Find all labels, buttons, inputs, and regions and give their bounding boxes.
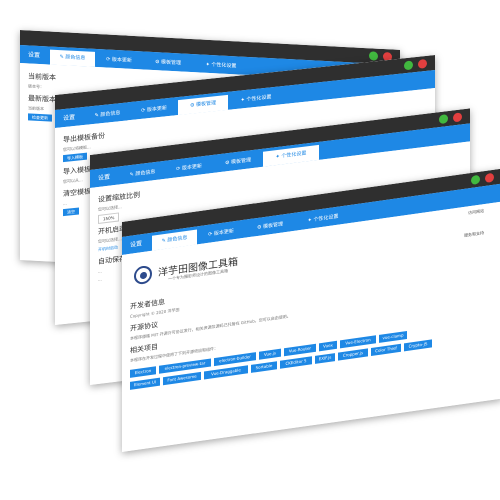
section-clear-template: 清空模板	[63, 187, 91, 199]
clear-button[interactable]: 清空	[63, 207, 79, 217]
tab-label: 模板管理	[263, 221, 284, 231]
clear-label: ...	[63, 200, 67, 207]
section-zoom-ratio: 设置缩放比例	[98, 190, 140, 205]
project-tag[interactable]: Electron	[130, 366, 156, 378]
project-tag[interactable]: Cropper.js	[338, 348, 368, 361]
tab-label: 模板管理	[231, 157, 252, 166]
minimize-button[interactable]	[471, 174, 480, 185]
project-tag[interactable]: Element UI	[130, 377, 160, 390]
zoom-value[interactable]: 150%	[98, 212, 120, 225]
project-tag[interactable]: Crypto-JS	[404, 339, 432, 352]
close-button[interactable]	[485, 172, 494, 183]
project-tag[interactable]: Vue-Electron	[340, 335, 376, 349]
minimize-button[interactable]	[369, 51, 378, 61]
auto-start-label: 您可以选择...	[98, 236, 122, 245]
close-button[interactable]	[418, 58, 427, 69]
minimize-button[interactable]	[404, 60, 413, 71]
window-title: 设置	[130, 240, 143, 249]
auto-save-sublabel: ...	[98, 276, 102, 283]
tab-label: 模板管理	[196, 100, 217, 109]
window-title: 设置	[98, 173, 111, 183]
section-import-template: 导入模板	[63, 165, 91, 177]
tab-label: 个性化设置	[246, 94, 272, 103]
check-update-button[interactable]: 检查更新	[28, 113, 52, 122]
visit-website-link[interactable]: 访问网站	[468, 208, 484, 216]
stage: 设置 ✎ 颜色信息 ⟳ 版本更新 ⚙ 模板管理 ✦ 个性化设置 当前版本 版本号…	[0, 0, 500, 500]
tab-label: 版本更新	[213, 228, 234, 238]
auto-save-label: ...	[98, 268, 102, 275]
version-label: 版本号：	[28, 83, 44, 90]
tab-label: 版本更新	[111, 56, 132, 64]
tab-label: 模板管理	[161, 59, 182, 67]
project-tag[interactable]: electron-builder	[214, 352, 256, 367]
minimize-button[interactable]	[439, 114, 448, 125]
close-button[interactable]	[453, 112, 462, 123]
project-tag[interactable]: Vue-Draggable	[204, 365, 248, 380]
auto-start-checkbox[interactable]: 开机时启动	[98, 245, 118, 253]
tab-label: 个性化设置	[313, 213, 339, 224]
section-export-backup: 导出模板备份	[63, 131, 105, 145]
project-tag[interactable]: EXIF.js	[315, 353, 335, 364]
tab-label: 版本更新	[181, 163, 202, 172]
tab-label: 颜色信息	[135, 168, 156, 178]
app-logo-icon	[134, 264, 152, 286]
import-template-button[interactable]: 导入模板	[63, 152, 87, 163]
tab-label: 个性化设置	[211, 62, 237, 70]
project-tag[interactable]: Vuex	[319, 340, 337, 352]
tab-label: 个性化设置	[281, 150, 307, 160]
project-tag[interactable]: Vue.js	[259, 348, 281, 360]
section-current-version: 当前版本	[28, 72, 56, 82]
support-link[interactable]: 服务和支持	[464, 230, 484, 239]
tab-label: 颜色信息	[100, 110, 121, 119]
tab-label: 颜色信息	[65, 54, 86, 62]
window-title: 设置	[28, 51, 41, 60]
project-tag[interactable]: vue-clamp	[379, 330, 407, 343]
tab-label: 颜色信息	[167, 234, 188, 244]
tab-label: 版本更新	[146, 105, 167, 114]
project-tag[interactable]: Vue-Router	[284, 343, 316, 357]
latest-version-label: 当前版本	[28, 105, 44, 112]
section-latest-version: 最新版本	[28, 94, 56, 104]
project-tag[interactable]: Color Thief	[371, 343, 401, 357]
project-tag[interactable]: Sortable	[251, 361, 277, 373]
project-tag[interactable]: CKEditor 5	[280, 356, 312, 369]
project-tag[interactable]: Font Awesome	[163, 371, 201, 386]
import-label: 您可以从...	[63, 177, 83, 185]
window-title: 设置	[63, 113, 76, 123]
